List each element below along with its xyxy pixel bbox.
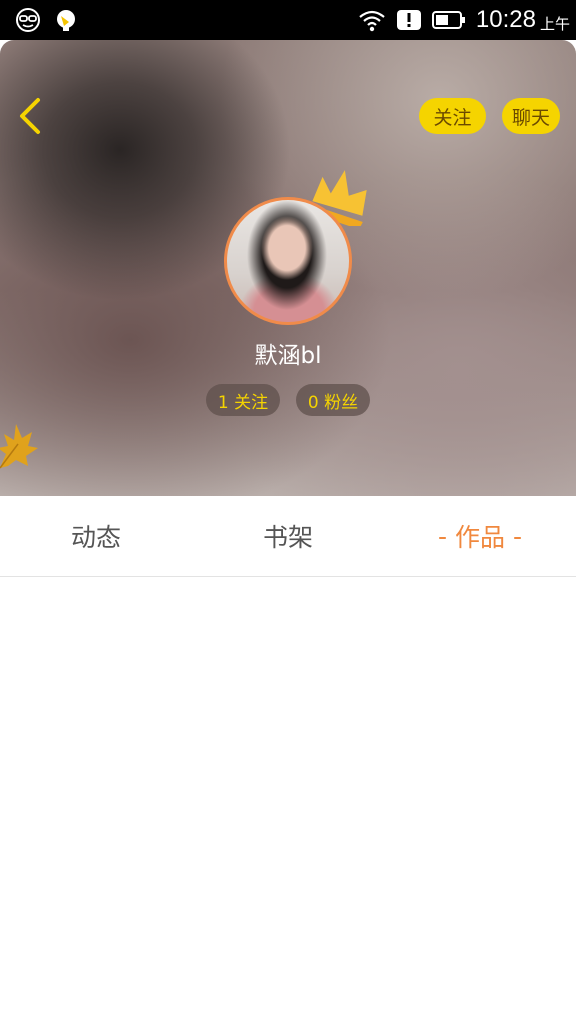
tab-bookshelf[interactable]: 书架	[192, 496, 384, 576]
tab-works[interactable]: - 作品 -	[384, 496, 576, 576]
avatar[interactable]	[224, 197, 352, 325]
status-ampm: 上午	[539, 14, 570, 33]
status-time: 10:28	[475, 6, 536, 33]
chat-button[interactable]: 聊天	[502, 98, 560, 134]
tab-activity-label: 动态	[70, 523, 121, 552]
battery-icon	[431, 11, 465, 29]
bulb-notification-icon	[57, 10, 75, 31]
tab-works-label: 作品	[454, 523, 505, 552]
following-stat[interactable]: 1 关注	[206, 384, 280, 416]
tab-activity[interactable]: 动态	[0, 496, 192, 576]
tab-works-right-dash: -	[513, 521, 523, 551]
follow-button[interactable]: 关注	[419, 98, 486, 134]
status-bar-right: 10:28 上午	[358, 0, 570, 40]
chevron-left-icon	[20, 98, 40, 134]
avatar-wrap	[224, 197, 352, 325]
smiley-glasses-icon	[16, 8, 40, 32]
back-button[interactable]	[10, 92, 50, 140]
status-bar: 10:28 上午	[0, 0, 576, 40]
user-name: 默涵bl	[254, 343, 322, 369]
tab-bookshelf-label: 书架	[262, 523, 313, 552]
maple-leaf-icon	[0, 424, 38, 469]
alert-icon	[396, 10, 421, 30]
fans-stat[interactable]: 0 粉丝	[296, 384, 370, 416]
works-content	[0, 577, 576, 1024]
tab-works-left-dash: -	[437, 521, 447, 551]
profile-header: 关注 聊天 默涵bl 1 关注 0 粉丝	[0, 40, 576, 496]
wifi-icon	[359, 10, 385, 32]
tab-bar: 动态 书架 - 作品 -	[0, 496, 576, 577]
